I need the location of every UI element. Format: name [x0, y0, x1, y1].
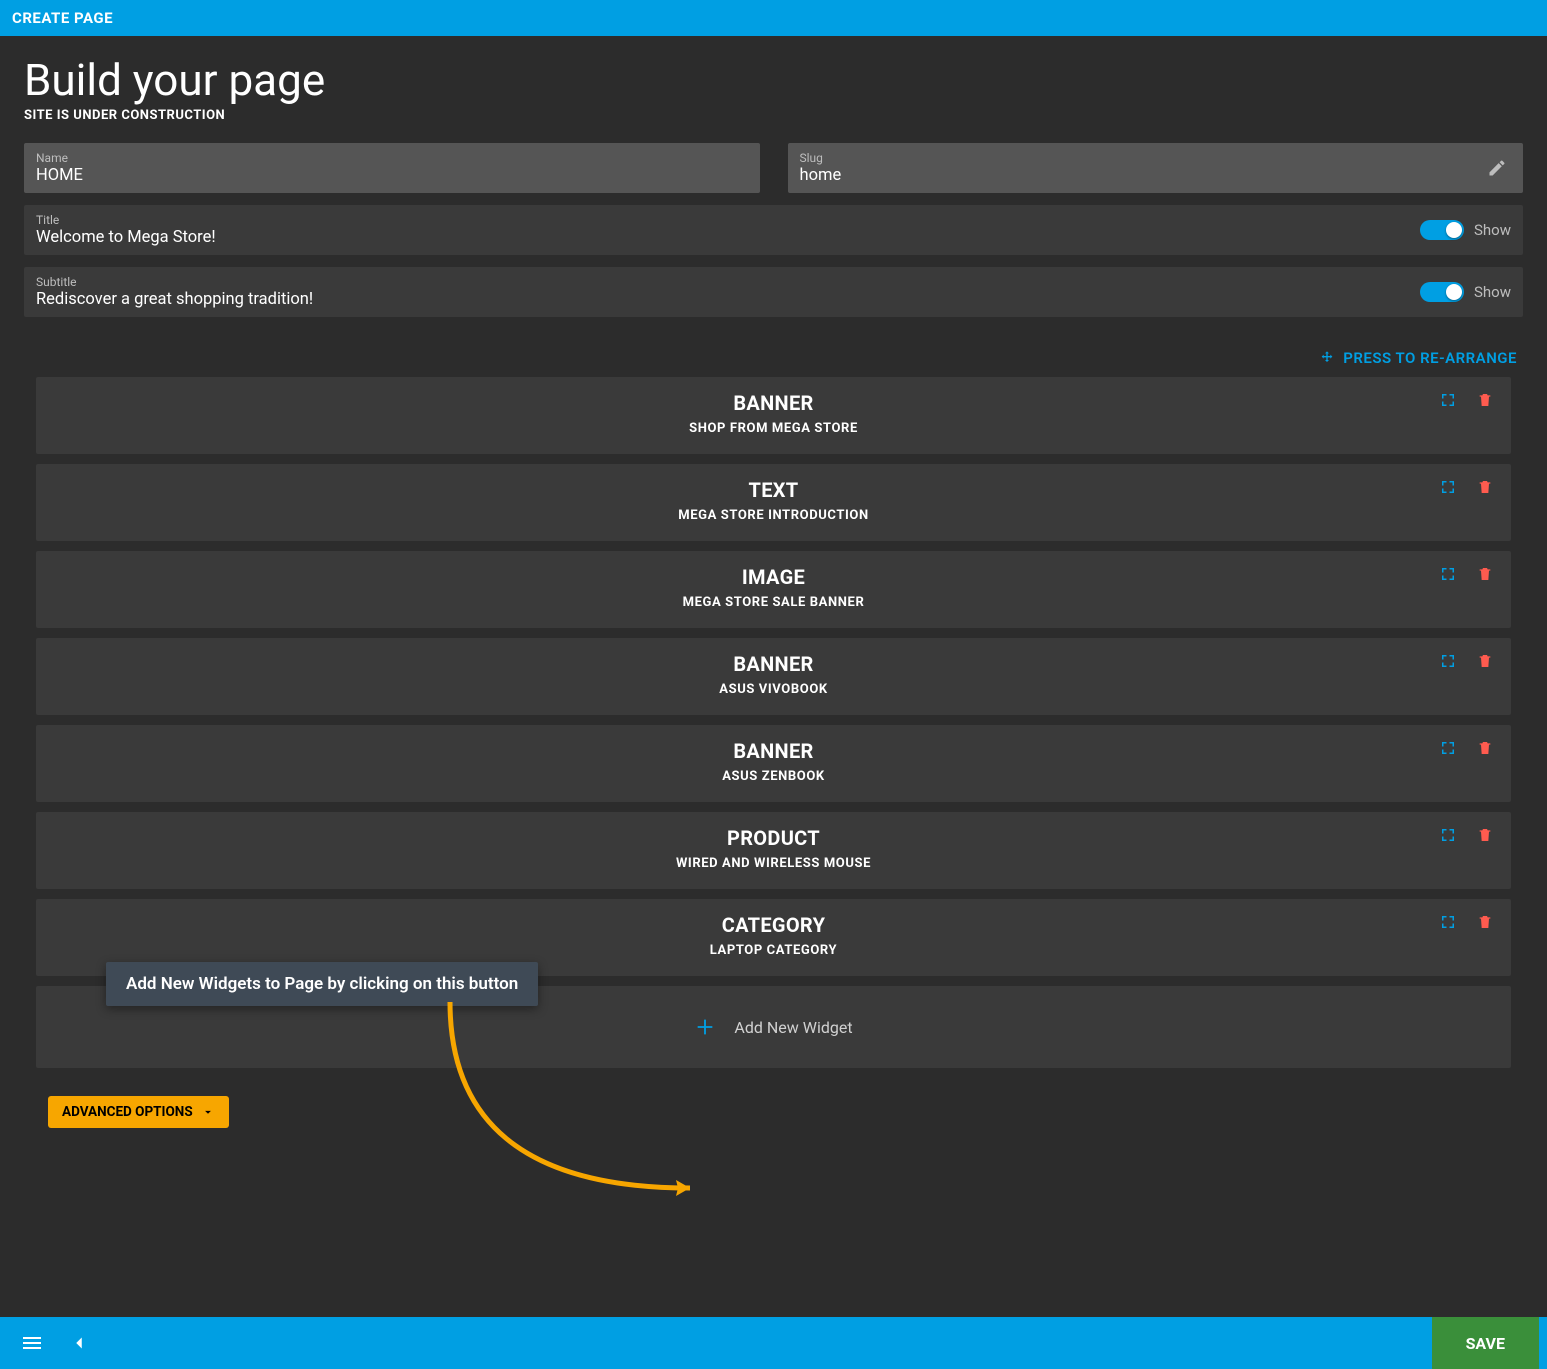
subtitle-show-label: Show: [1474, 283, 1511, 301]
tooltip-text: Add New Widgets to Page by clicking on t…: [126, 974, 518, 994]
slug-field[interactable]: Slug home: [788, 143, 1524, 193]
bottombar: SAVE: [0, 1317, 1547, 1369]
name-field[interactable]: Name HOME: [24, 143, 760, 193]
expand-icon[interactable]: [1439, 478, 1457, 496]
expand-icon[interactable]: [1439, 391, 1457, 409]
trash-icon[interactable]: [1477, 565, 1493, 583]
title-value: Welcome to Mega Store!: [36, 228, 1420, 247]
widget-type: BANNER: [50, 391, 1497, 415]
pencil-icon[interactable]: [1487, 158, 1507, 178]
page-subtitle: SITE IS UNDER CONSTRUCTION: [24, 108, 1523, 123]
widget-type: PRODUCT: [50, 826, 1497, 850]
widget-row[interactable]: TEXT MEGA STORE INTRODUCTION: [36, 464, 1511, 541]
subtitle-label: Subtitle: [36, 275, 1420, 289]
trash-icon[interactable]: [1477, 913, 1493, 931]
rearrange-button[interactable]: PRESS TO RE-ARRANGE: [24, 349, 1517, 367]
widget-row[interactable]: PRODUCT WIRED AND WIRELESS MOUSE: [36, 812, 1511, 889]
content-area: Build your page SITE IS UNDER CONSTRUCTI…: [0, 36, 1547, 1317]
widget-row[interactable]: BANNER ASUS VIVOBOOK: [36, 638, 1511, 715]
name-label: Name: [36, 151, 748, 165]
trash-icon[interactable]: [1477, 739, 1493, 757]
widget-desc: WIRED AND WIRELESS MOUSE: [50, 856, 1497, 871]
widget-row[interactable]: IMAGE MEGA STORE SALE BANNER: [36, 551, 1511, 628]
advanced-options-label: ADVANCED OPTIONS: [62, 1104, 193, 1120]
plus-icon: [694, 1016, 716, 1038]
trash-icon[interactable]: [1477, 826, 1493, 844]
trash-icon[interactable]: [1477, 391, 1493, 409]
widget-desc: ASUS VIVOBOOK: [50, 682, 1497, 697]
widget-type: CATEGORY: [50, 913, 1497, 937]
expand-icon[interactable]: [1439, 652, 1457, 670]
expand-icon[interactable]: [1439, 826, 1457, 844]
title-show-toggle[interactable]: [1420, 220, 1464, 240]
topbar-title: CREATE PAGE: [12, 9, 113, 27]
menu-icon[interactable]: [8, 1331, 56, 1355]
widget-type: BANNER: [50, 652, 1497, 676]
add-widget-label: Add New Widget: [734, 1018, 852, 1037]
widget-desc: MEGA STORE INTRODUCTION: [50, 508, 1497, 523]
widget-type: TEXT: [50, 478, 1497, 502]
subtitle-field[interactable]: Subtitle Rediscover a great shopping tra…: [24, 267, 1523, 317]
rearrange-label: PRESS TO RE-ARRANGE: [1343, 349, 1517, 367]
save-label: SAVE: [1466, 1334, 1505, 1353]
widget-desc: LAPTOP CATEGORY: [50, 943, 1497, 958]
widget-row[interactable]: BANNER ASUS ZENBOOK: [36, 725, 1511, 802]
slug-label: Slug: [800, 151, 1512, 165]
widget-desc: SHOP FROM MEGA STORE: [50, 421, 1497, 436]
topbar: CREATE PAGE: [0, 0, 1547, 36]
trash-icon[interactable]: [1477, 652, 1493, 670]
advanced-options-button[interactable]: ADVANCED OPTIONS: [48, 1096, 229, 1128]
tooltip: Add New Widgets to Page by clicking on t…: [106, 962, 538, 1006]
widget-desc: ASUS ZENBOOK: [50, 769, 1497, 784]
widgets-list: BANNER SHOP FROM MEGA STORE TEXT MEGA STORE…: [24, 377, 1523, 976]
move-icon: [1319, 350, 1335, 366]
name-value: HOME: [36, 166, 748, 185]
widget-desc: MEGA STORE SALE BANNER: [50, 595, 1497, 610]
title-label: Title: [36, 213, 1420, 227]
expand-icon[interactable]: [1439, 739, 1457, 757]
title-field[interactable]: Title Welcome to Mega Store! Show: [24, 205, 1523, 255]
widget-type: BANNER: [50, 739, 1497, 763]
widget-type: IMAGE: [50, 565, 1497, 589]
title-show-label: Show: [1474, 221, 1511, 239]
slug-value: home: [800, 166, 1512, 185]
back-icon[interactable]: [56, 1332, 102, 1354]
subtitle-show-toggle[interactable]: [1420, 282, 1464, 302]
save-button[interactable]: SAVE: [1432, 1317, 1539, 1369]
trash-icon[interactable]: [1477, 478, 1493, 496]
expand-icon[interactable]: [1439, 913, 1457, 931]
widget-row[interactable]: BANNER SHOP FROM MEGA STORE: [36, 377, 1511, 454]
chevron-down-icon: [201, 1105, 215, 1119]
subtitle-value: Rediscover a great shopping tradition!: [36, 290, 1420, 309]
page-title: Build your page: [24, 54, 1523, 106]
expand-icon[interactable]: [1439, 565, 1457, 583]
